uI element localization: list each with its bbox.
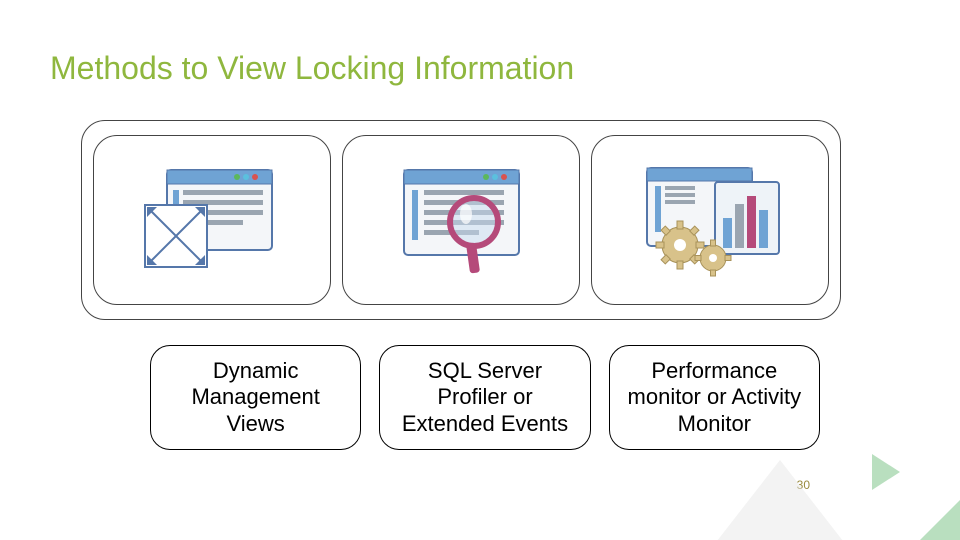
slide-title: Methods to View Locking Information (50, 50, 574, 87)
icon-box-profiler (342, 135, 580, 305)
icon-box-dmv (93, 135, 331, 305)
label-dmv: Dynamic Management Views (150, 345, 361, 450)
perfmon-chart-gear-icon (635, 160, 785, 280)
icon-row-container (81, 120, 841, 320)
icon-box-perfmon (591, 135, 829, 305)
page-number: 30 (797, 478, 810, 492)
label-row: Dynamic Management Views SQL Server Prof… (150, 345, 820, 450)
profiler-magnifier-icon (386, 160, 536, 280)
decorative-triangle-grey (710, 460, 850, 540)
slide: Methods to View Locking Information (0, 0, 960, 540)
dmv-window-icon (137, 160, 287, 280)
decorative-arrow-icon (800, 380, 960, 540)
label-perfmon: Performance monitor or Activity Monitor (609, 345, 820, 450)
label-profiler: SQL Server Profiler or Extended Events (379, 345, 590, 450)
